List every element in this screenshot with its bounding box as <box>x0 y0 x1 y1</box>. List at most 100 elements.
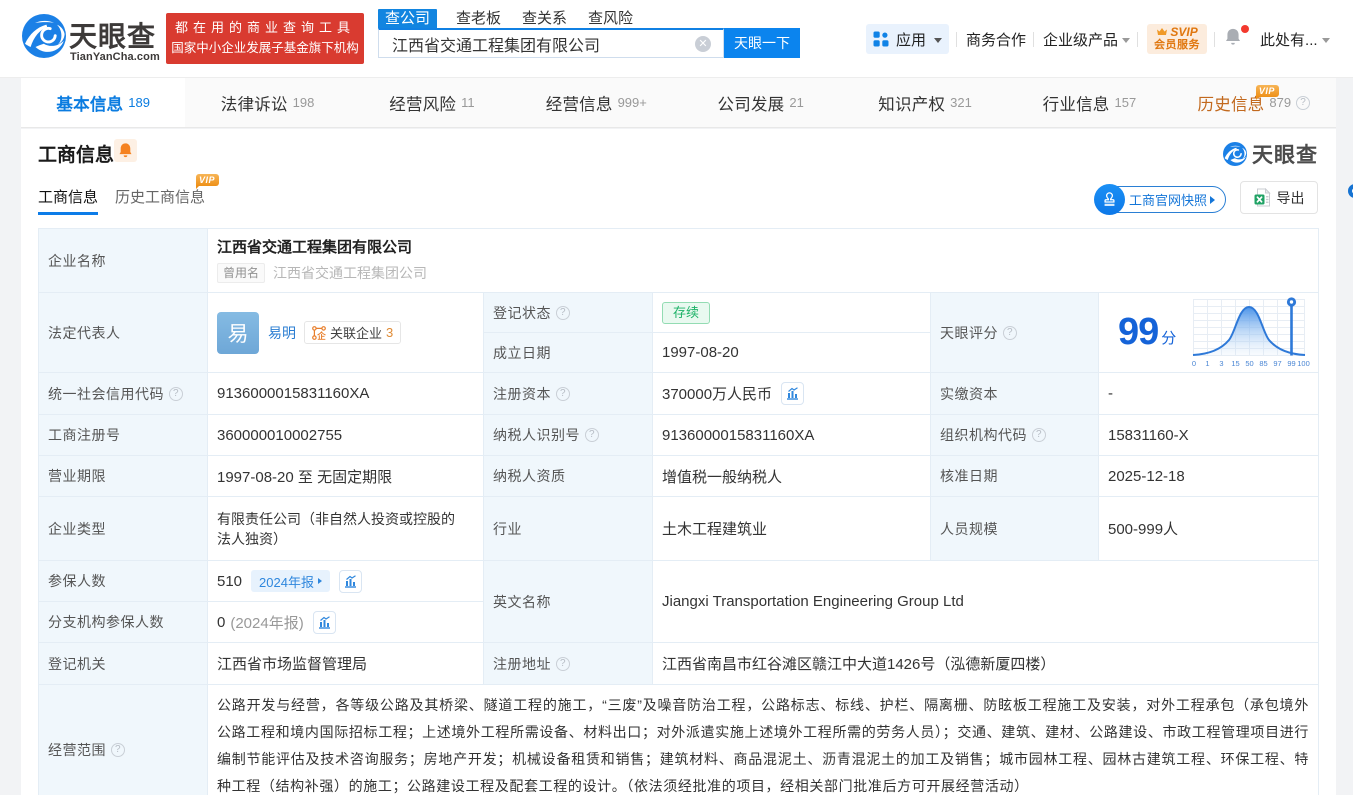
tab-basic-info[interactable]: 基本信息 189 <box>21 78 186 127</box>
subtab-business-info[interactable]: 工商信息 <box>38 186 99 215</box>
tab-company-development[interactable]: 公司发展 21 <box>679 78 843 127</box>
reg-capital-label: 注册资本? <box>484 373 653 415</box>
org-code-label: 组织机构代码? <box>931 415 1099 456</box>
insured-count: 510 <box>217 572 243 590</box>
search-tab-boss[interactable]: 查老板 <box>450 9 507 28</box>
subtabs: 工商信息 历史工商信息 VIP <box>38 174 222 215</box>
nav-tab-count: 879 <box>1269 95 1292 110</box>
nav-tab-count: 189 <box>128 95 150 110</box>
search-tab-company[interactable]: 查公司 <box>378 9 438 28</box>
subscribe-bell-button[interactable] <box>114 139 137 162</box>
annual-report-badge[interactable]: 2024年报 <box>251 570 330 592</box>
related-companies-badge[interactable]: 企 关联企业 3 <box>304 321 402 344</box>
official-snapshot-button[interactable]: 工商官网快照 <box>1093 184 1226 215</box>
export-button[interactable]: 导出 <box>1240 181 1318 214</box>
search-tab-risk[interactable]: 查风险 <box>582 9 639 28</box>
taxpayer-id-label: 纳税人识别号? <box>484 415 653 456</box>
english-name-value: Jiangxi Transportation Engineering Group… <box>653 561 1319 643</box>
subtab-history-label: 历史工商信息 <box>115 189 206 206</box>
svg-text:99: 99 <box>1288 359 1296 368</box>
search-input[interactable] <box>379 30 723 57</box>
industry-value: 土木工程建筑业 <box>653 497 931 561</box>
chevron-down-icon <box>1122 37 1131 43</box>
annual-report-label: 2024年报 <box>259 574 314 590</box>
export-button-label: 导出 <box>1276 189 1305 206</box>
help-icon[interactable]: ? <box>585 428 599 442</box>
tab-history-info[interactable]: VIP 历史信息 879 ? <box>1172 78 1336 127</box>
tab-legal-litigation[interactable]: 法律诉讼 198 <box>185 78 349 127</box>
bell-icon <box>1226 28 1241 45</box>
english-name-label: 英文名称 <box>484 561 653 643</box>
capital-chart-icon[interactable] <box>781 382 805 405</box>
svg-text:50: 50 <box>1246 359 1254 368</box>
company-type-value: 有限责任公司（非自然人投资或控股的法人独资） <box>208 497 484 561</box>
help-icon[interactable]: ? <box>556 656 570 671</box>
tab-intellectual-property[interactable]: 知识产权 321 <box>843 78 1007 127</box>
subtab-history-business-info[interactable]: 历史工商信息 VIP <box>115 174 220 215</box>
snapshot-button-label: 工商官网快照 <box>1128 193 1207 208</box>
nav-tab-label: 公司发展 <box>717 95 785 114</box>
help-icon[interactable]: ? <box>169 386 183 401</box>
apps-label: 应用 <box>896 31 927 49</box>
notification-bell[interactable] <box>1224 25 1250 51</box>
svg-text:85: 85 <box>1260 359 1268 368</box>
menu-enterprise[interactable]: 企业级产品 <box>1043 29 1131 50</box>
branch-chart-icon[interactable] <box>312 610 336 634</box>
tab-business-risk[interactable]: 经营风险 11 <box>350 78 514 127</box>
address-value: 江西省南昌市红谷滩区赣江中大道1426号（泓德新厦四楼） <box>653 643 1319 685</box>
credit-code-label: 统一社会信用代码? <box>39 373 208 415</box>
search-button[interactable]: 天眼一下 <box>724 28 800 58</box>
menu-cooperation[interactable]: 商务合作 <box>966 29 1026 50</box>
arrow-right-icon <box>1210 195 1215 204</box>
more-label: 此处有... <box>1260 31 1318 49</box>
reg-authority-label: 登记机关 <box>39 643 208 685</box>
help-icon[interactable]: ? <box>1032 428 1046 442</box>
reg-status-label: 登记状态? <box>484 293 653 333</box>
taxpayer-id-label-text: 纳税人识别号 <box>493 427 580 443</box>
search-input-wrap: ✕ <box>378 28 724 58</box>
logo-domain-text: TianYanCha.com <box>70 51 160 63</box>
legal-rep-avatar[interactable]: 易 <box>217 311 259 354</box>
score-value: 99 <box>1118 311 1159 353</box>
clear-search-icon[interactable]: ✕ <box>695 36 711 52</box>
paid-capital-value: - <box>1099 373 1319 415</box>
svip-member-button[interactable]: SVIP 会员服务 <box>1147 24 1208 54</box>
est-date-value: 1997-08-20 <box>653 333 931 373</box>
business-info-table: 企业名称 江西省交通工程集团有限公司 曾用名 江西省交通工程集团公司 法定代表人… <box>38 228 1319 795</box>
business-term-value: 1997-08-20 至 无固定期限 <box>208 456 484 497</box>
divider <box>1033 31 1035 47</box>
help-icon[interactable]: ? <box>111 742 125 757</box>
floating-side-widget[interactable] <box>1348 184 1353 198</box>
apps-menu[interactable]: 应用 <box>866 24 950 54</box>
nav-tab-count: 321 <box>950 95 972 110</box>
tab-industry-info[interactable]: 行业信息 157 <box>1007 78 1171 127</box>
help-icon[interactable]: ? <box>1003 325 1017 340</box>
nav-tab-count: 21 <box>789 95 804 110</box>
svg-text:3: 3 <box>1220 359 1224 368</box>
svg-text:1: 1 <box>1206 359 1210 368</box>
nav-tab-label: 经营信息 <box>545 95 613 114</box>
stamp-icon <box>1104 192 1115 206</box>
related-companies-label: 关联企业 <box>330 326 383 341</box>
search-tab-relation[interactable]: 查关系 <box>516 9 573 28</box>
industry-label: 行业 <box>484 497 653 561</box>
legal-rep-name[interactable]: 易明 <box>268 323 296 343</box>
company-type-text: 有限责任公司（非自然人投资或控股的法人独资） <box>217 510 455 547</box>
help-icon[interactable]: ? <box>556 386 570 401</box>
tianyancha-logo[interactable]: 天眼查 TianYanCha.com <box>22 13 162 65</box>
approval-date-value: 2025-12-18 <box>1099 456 1319 497</box>
tab-business-info[interactable]: 经营信息 999+ <box>514 78 678 127</box>
help-icon[interactable]: ? <box>556 305 570 320</box>
company-name[interactable]: 江西省交通工程集团有限公司 <box>217 239 412 257</box>
help-icon[interactable]: ? <box>1296 95 1311 110</box>
org-code-value: 15831160-X <box>1099 415 1319 456</box>
staff-size-label: 人员规模 <box>931 497 1099 561</box>
score-cell[interactable]: 99 分 013 15 50 85 97 99 100 <box>1099 293 1319 373</box>
address-label: 注册地址? <box>484 643 653 685</box>
company-name-cell: 江西省交通工程集团有限公司 曾用名 江西省交通工程集团公司 <box>208 229 1319 293</box>
org-code-label-text: 组织机构代码 <box>940 427 1027 443</box>
chevron-down-icon <box>1321 37 1330 43</box>
score-label: 天眼评分? <box>931 293 1099 373</box>
divider <box>1137 31 1139 47</box>
insured-chart-icon[interactable] <box>338 569 362 593</box>
